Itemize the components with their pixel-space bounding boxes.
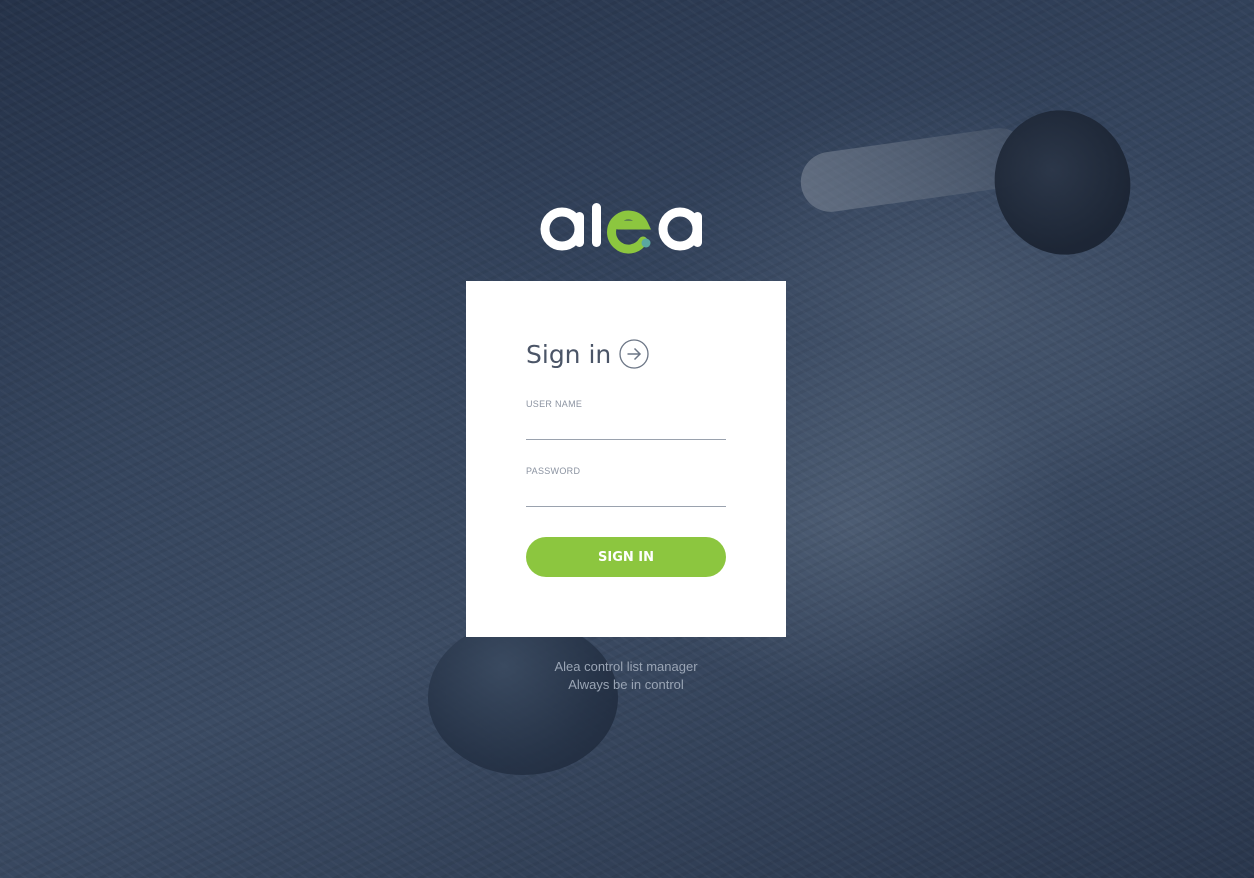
water-polo-ball: [428, 620, 618, 775]
password-label: PASSWORD: [526, 466, 581, 476]
password-input[interactable]: [526, 482, 726, 507]
arrow-right-circle-icon: [619, 339, 649, 369]
alea-logo: [540, 203, 702, 254]
signin-title-text: Sign in: [526, 339, 612, 369]
signin-title: Sign in: [526, 339, 649, 369]
signin-button[interactable]: SIGN IN: [526, 537, 726, 577]
signin-card: Sign in USER NAME PASSWORD SIGN IN: [466, 281, 786, 637]
username-label: USER NAME: [526, 399, 583, 409]
tagline: Alea control list manager Always be in c…: [466, 658, 786, 694]
tagline-line-1: Alea control list manager: [554, 659, 698, 674]
username-input[interactable]: [526, 415, 726, 440]
tagline-line-2: Always be in control: [568, 677, 684, 692]
